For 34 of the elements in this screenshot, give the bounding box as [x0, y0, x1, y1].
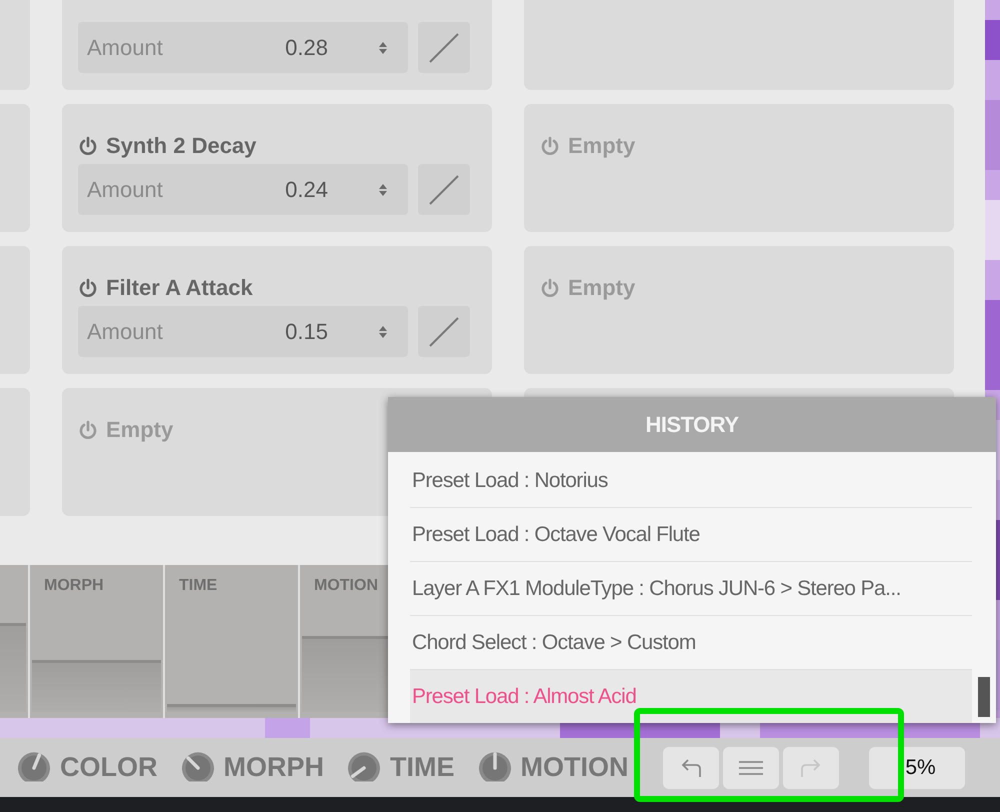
history-header: HISTORY: [388, 397, 996, 452]
curve-button[interactable]: [418, 306, 470, 357]
history-item[interactable]: Preset Load : Almost Acid: [410, 670, 972, 723]
diagonal-line-icon: [427, 30, 461, 64]
power-icon[interactable]: [78, 278, 98, 298]
history-item[interactable]: Preset Load : Notorius: [410, 454, 972, 508]
knob-label: TIME: [390, 752, 454, 783]
power-icon[interactable]: [78, 136, 98, 156]
knob-label: MORPH: [224, 752, 324, 783]
card-title: Empty: [568, 133, 636, 159]
amount-field[interactable]: Amount 0.28: [78, 22, 408, 73]
card-title: Empty: [106, 417, 174, 443]
menu-button[interactable]: [722, 746, 778, 788]
power-icon[interactable]: [540, 278, 560, 298]
diagonal-line-icon: [427, 314, 461, 348]
spinner-icon[interactable]: [378, 324, 388, 340]
zoom-field[interactable]: 5%: [868, 746, 964, 788]
power-icon[interactable]: [540, 136, 560, 156]
curve-button[interactable]: [418, 164, 470, 215]
diagonal-line-icon: [427, 172, 461, 206]
amount-field[interactable]: Amount 0.15: [78, 306, 408, 357]
knob-label: MOTION: [520, 752, 628, 783]
knob-label: COLOR: [60, 752, 158, 783]
power-icon[interactable]: [78, 420, 98, 440]
undo-button[interactable]: [662, 746, 718, 788]
amount-field[interactable]: Amount 0.24: [78, 164, 408, 215]
card-title: Filter A Attack: [106, 275, 253, 301]
card-title: Empty: [568, 275, 636, 301]
history-item[interactable]: Layer A FX1 ModuleType : Chorus JUN-6 > Stereo Pa...: [410, 562, 972, 616]
spinner-icon[interactable]: [378, 40, 388, 56]
spinner-icon[interactable]: [378, 182, 388, 198]
history-item[interactable]: Preset Load : Octave Vocal Flute: [410, 508, 972, 562]
card-title: Synth 2 Decay: [106, 133, 256, 159]
curve-button[interactable]: [418, 22, 470, 73]
